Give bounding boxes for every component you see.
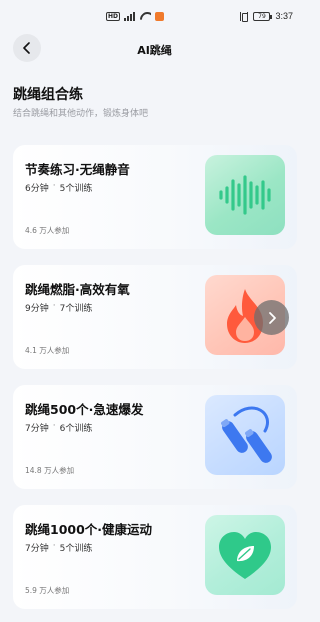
- card-exercise-count: 5个训练: [59, 544, 93, 554]
- card-duration: 9分钟: [25, 304, 49, 314]
- card-thumbnail: [205, 395, 285, 475]
- heart-leaf-icon: [219, 532, 271, 579]
- jump-rope-icon: [221, 406, 272, 463]
- card-duration: 7分钟: [25, 544, 49, 554]
- wifi-icon: [140, 12, 151, 21]
- workout-card-1000-jumps[interactable]: 跳绳1000个·健康运动 7分钟 · 5个训练 5.9 万人参加: [13, 505, 297, 609]
- card-title: 跳绳1000个·健康运动: [25, 522, 153, 537]
- card-participants: 5.9 万人参加: [25, 586, 70, 595]
- meta-separator: ·: [52, 541, 56, 551]
- card-participants: 14.8 万人参加: [25, 466, 75, 475]
- status-time: 3:37: [275, 11, 293, 21]
- status-bar: HD 79 3:37: [0, 0, 309, 34]
- card-meta: 7分钟 · 6个训练: [25, 421, 92, 434]
- workout-card-500-jumps[interactable]: 跳绳500个·急速爆发 7分钟 · 6个训练 14.8 万人参加: [13, 385, 297, 489]
- card-title: 跳绳500个·急速爆发: [25, 402, 144, 417]
- battery-icon: 79: [253, 11, 273, 21]
- status-left-icons: HD: [106, 11, 165, 21]
- meta-separator: ·: [52, 421, 56, 431]
- app-notification-icon: [155, 11, 165, 21]
- card-thumbnail: [205, 155, 285, 235]
- card-title: 跳绳燃脂·高效有氧: [25, 282, 130, 297]
- meta-separator: ·: [52, 301, 56, 311]
- card-exercise-count: 5个训练: [59, 184, 93, 194]
- workout-card-rhythm[interactable]: 节奏练习·无绳静音 6分钟 · 5个训练 4.6 万人参加: [13, 145, 297, 249]
- sound-wave-icon: [219, 175, 271, 215]
- card-meta: 9分钟 · 7个训练: [25, 301, 92, 314]
- card-participants: 4.1 万人参加: [25, 346, 70, 355]
- page-title: AI跳绳: [137, 44, 172, 57]
- card-exercise-count: 7个训练: [59, 304, 93, 314]
- signal-icon: [124, 11, 136, 21]
- chevron-right-icon: [268, 311, 276, 324]
- meta-separator: ·: [52, 181, 56, 191]
- section-title: 跳绳组合练: [13, 87, 83, 103]
- card-duration: 7分钟: [25, 424, 49, 434]
- card-participants: 4.6 万人参加: [25, 226, 70, 235]
- section-subtitle: 结合跳绳和其他动作，锻炼身体吧: [13, 109, 149, 119]
- card-meta: 6分钟 · 5个训练: [25, 181, 92, 194]
- card-title: 节奏练习·无绳静音: [25, 162, 130, 177]
- card-thumbnail: [205, 515, 285, 595]
- hd-icon: HD: [106, 11, 121, 21]
- card-meta: 7分钟 · 5个训练: [25, 541, 92, 554]
- next-arrow-button[interactable]: [254, 300, 289, 335]
- status-right-icons: 79 3:37: [240, 11, 293, 22]
- vibrate-icon: [240, 11, 249, 22]
- card-exercise-count: 6个训练: [59, 424, 93, 434]
- card-duration: 6分钟: [25, 184, 49, 194]
